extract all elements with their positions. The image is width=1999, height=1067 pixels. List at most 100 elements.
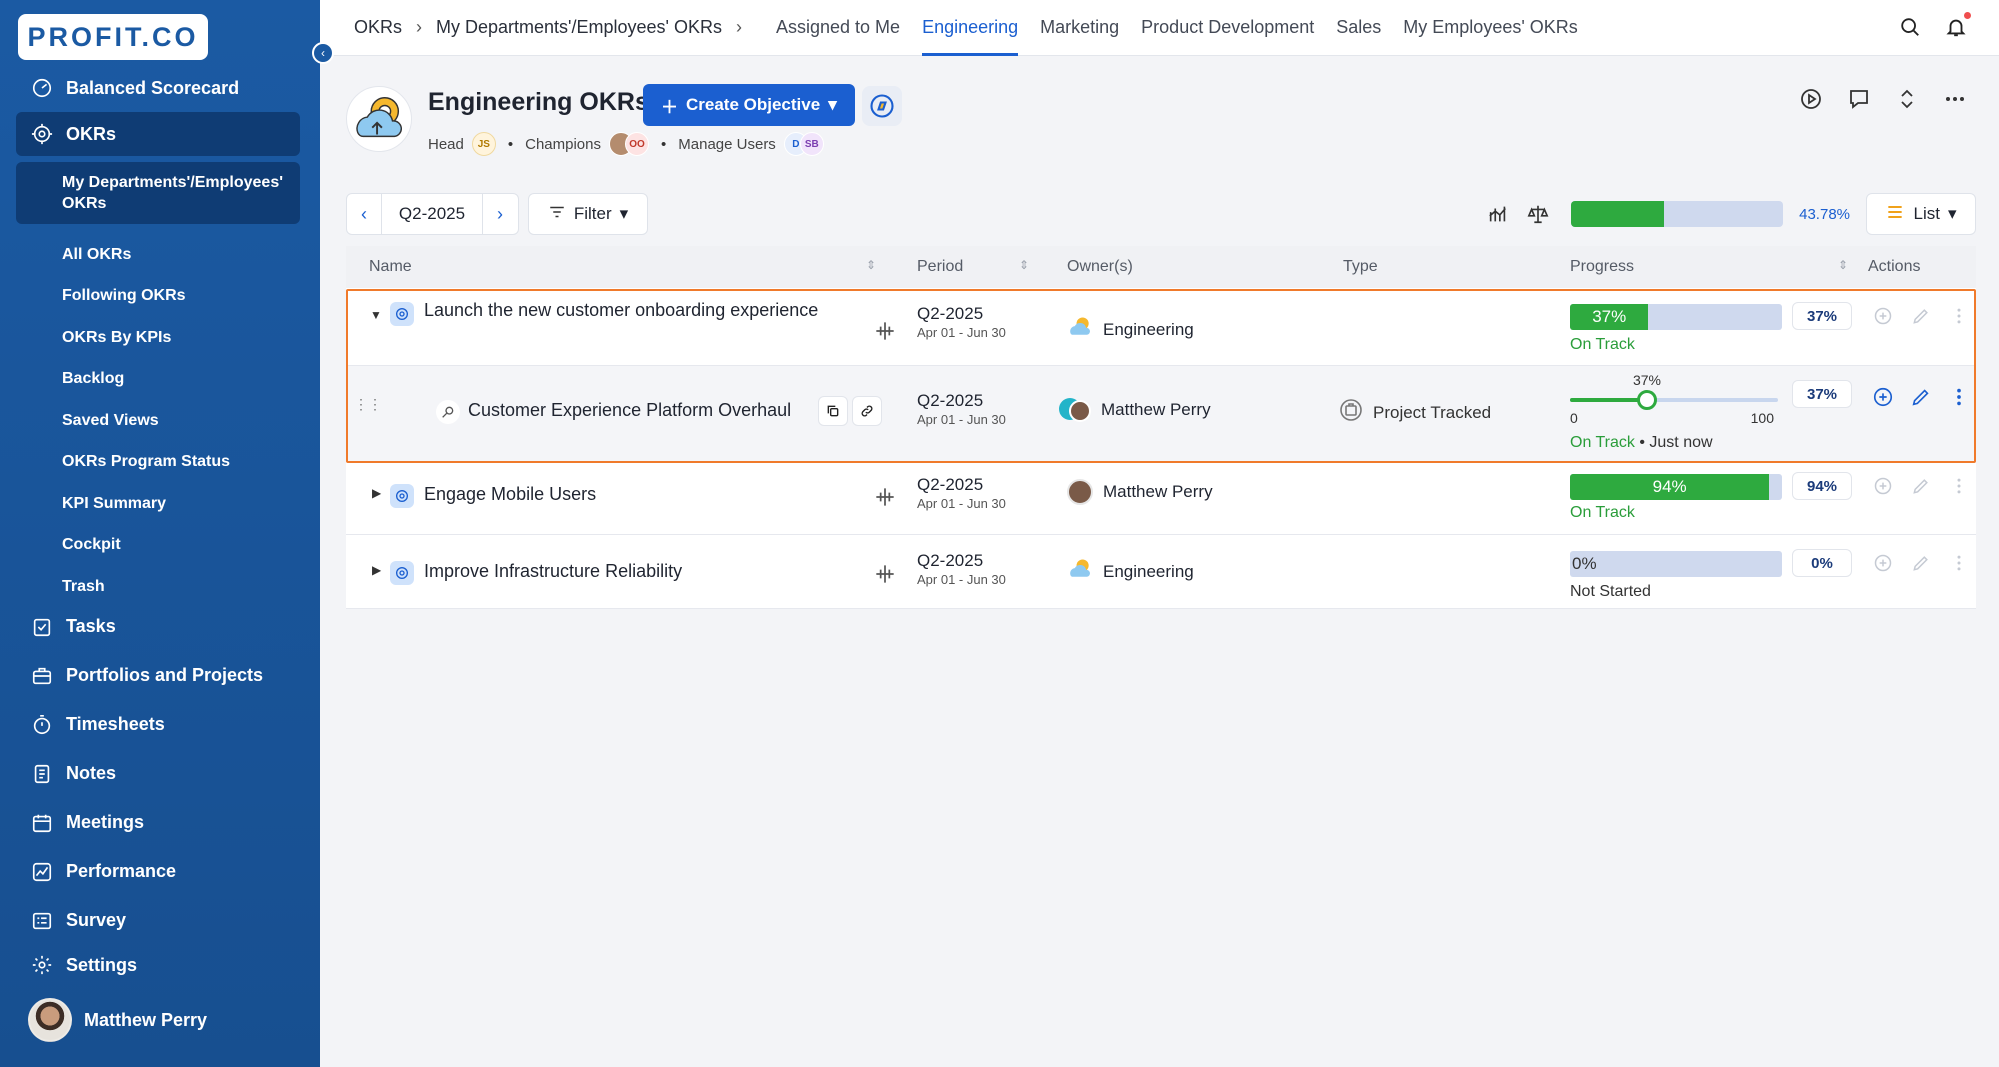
play-icon[interactable] [1798,86,1824,112]
table-row[interactable]: ▶ Improve Infrastructure Reliability Q2-… [346,535,1976,609]
sidebar-item-settings[interactable]: Settings [16,943,300,987]
owner-cell[interactable]: Matthew Perry [1059,396,1211,424]
sidebar-sub-item-following-okrs[interactable]: Following OKRs [16,276,300,318]
more-vertical-icon[interactable] [1948,305,1970,327]
tab-product-development[interactable]: Product Development [1141,0,1314,56]
tab-engineering[interactable]: Engineering [922,0,1019,56]
edit-icon[interactable] [1910,552,1932,574]
expand-caret-icon[interactable]: ▶ [372,563,381,577]
chevron-left-icon[interactable]: ‹ [347,194,381,234]
progress-badge[interactable]: 37% [1792,380,1852,408]
bell-icon[interactable] [1943,12,1971,40]
objective-name[interactable]: Improve Infrastructure Reliability [424,561,682,582]
sort-icon[interactable]: ⇕ [1019,258,1029,272]
status-label: On Track [1570,336,1635,353]
collapse-sidebar-icon[interactable]: ‹ [312,42,334,64]
sidebar-sub-item-cockpit[interactable]: Cockpit [16,525,300,567]
sort-icon[interactable]: ⇕ [1838,258,1848,272]
sidebar-item-balanced-scorecard[interactable]: Balanced Scorecard [16,66,300,110]
alignment-icon[interactable] [872,484,898,510]
edit-icon[interactable] [1910,305,1932,327]
sidebar-sub-item-trash[interactable]: Trash [16,566,300,608]
sidebar-item-timesheets[interactable]: Timesheets [16,701,300,748]
tab-my-employees-okrs[interactable]: My Employees' OKRs [1403,0,1577,56]
top-bar: OKRs › My Departments'/Employees' OKRs ›… [320,0,1999,56]
sidebar-item-portfolios[interactable]: Portfolios and Projects [16,652,300,699]
chart-icon[interactable] [1485,201,1511,227]
edit-icon[interactable] [1910,475,1932,497]
add-icon[interactable] [1872,552,1894,574]
period-value[interactable]: Q2-2025 [381,194,483,234]
objective-name[interactable]: Launch the new customer onboarding exper… [424,300,818,321]
alignment-icon[interactable] [872,318,898,344]
sidebar-sub-item-backlog[interactable]: Backlog [16,359,300,401]
tab-sales[interactable]: Sales [1336,0,1381,56]
progress-badge[interactable]: 94% [1792,472,1852,500]
more-options-icon[interactable] [1942,86,1968,112]
progress-badge[interactable]: 37% [1792,302,1852,330]
expand-caret-icon[interactable]: ▶ [372,486,381,500]
tab-marketing[interactable]: Marketing [1040,0,1119,56]
sidebar-item-okrs[interactable]: OKRs [16,112,300,156]
more-vertical-icon[interactable] [1948,475,1970,497]
owner-cell[interactable]: Engineering [1067,314,1194,345]
add-icon[interactable] [1872,305,1894,327]
more-vertical-icon[interactable] [1948,552,1970,574]
breadcrumb-okrs[interactable]: OKRs [354,17,402,38]
head-avatar[interactable]: JS [471,132,496,156]
breadcrumb-my-departments[interactable]: My Departments'/Employees' OKRs [436,17,722,38]
avatar [1067,479,1093,505]
filter-button[interactable]: Filter ▾ [528,193,648,235]
column-header-name[interactable]: Name [369,258,412,276]
progress-slider[interactable]: 37% 0 100 [1570,372,1782,426]
slider-knob[interactable] [1636,390,1657,410]
profitco-logo[interactable]: PROFIT.CO [18,14,208,60]
collapse-caret-icon[interactable]: ▼ [370,308,382,322]
table-row[interactable]: ⋮⋮ Customer Experience Platform Overhaul… [346,366,1976,462]
sidebar-item-meetings[interactable]: Meetings [16,799,300,846]
sidebar-sub-item-kpi-summary[interactable]: KPI Summary [16,483,300,525]
copy-icon[interactable] [818,396,848,426]
sort-icon[interactable]: ⇕ [866,258,876,272]
objective-name[interactable]: Engage Mobile Users [424,484,596,505]
key-result-name[interactable]: Customer Experience Platform Overhaul [468,400,791,421]
add-icon[interactable] [1872,386,1894,408]
expand-collapse-icon[interactable] [1894,86,1920,112]
view-switcher-button[interactable]: List ▾ [1866,193,1976,235]
edit-icon[interactable] [1910,386,1932,408]
compass-icon[interactable] [862,86,902,126]
manage-users-label[interactable]: Manage Users [678,136,776,153]
create-objective-button[interactable]: ＋ Create Objective ▾ [643,84,855,126]
column-header-owners: Owner(s) [1067,258,1133,275]
progress-badge[interactable]: 0% [1792,549,1852,577]
user-profile[interactable]: Matthew Perry [28,998,207,1042]
sidebar-item-survey[interactable]: Survey [16,897,300,944]
owner-cell[interactable]: Matthew Perry [1067,479,1213,505]
more-vertical-icon[interactable] [1948,386,1970,408]
tab-assigned-to-me[interactable]: Assigned to Me [776,0,900,56]
page-header: Engineering OKRs ＋ Create Objective ▾ He… [346,84,1976,166]
owner-cell[interactable]: Engineering [1067,556,1194,587]
sidebar-item-tasks[interactable]: Tasks [16,603,300,650]
sidebar-sub-item-all-okrs[interactable]: All OKRs [16,234,300,276]
add-icon[interactable] [1872,475,1894,497]
champion-avatars[interactable]: OO [609,132,649,156]
sidebar-item-notes[interactable]: Notes [16,750,300,797]
column-header-progress[interactable]: Progress [1570,258,1634,276]
sidebar-sub-item-program-status[interactable]: OKRs Program Status [16,442,300,484]
column-header-period[interactable]: Period [917,258,963,276]
chevron-right-icon[interactable]: › [483,194,517,234]
table-row[interactable]: ▼ Launch the new customer onboarding exp… [346,288,1976,366]
sidebar-sub-item-my-departments[interactable]: My Departments'/Employees' OKRs [16,162,300,224]
sidebar-item-performance[interactable]: Performance [16,848,300,895]
link-icon[interactable] [852,396,882,426]
manage-user-avatars[interactable]: D SB [783,132,824,156]
drag-handle-icon[interactable]: ⋮⋮ [354,396,382,413]
comment-icon[interactable] [1846,86,1872,112]
sidebar-sub-item-saved-views[interactable]: Saved Views [16,400,300,442]
sidebar-sub-item-okrs-by-kpis[interactable]: OKRs By KPIs [16,317,300,359]
alignment-icon[interactable] [872,561,898,587]
balance-icon[interactable] [1525,201,1551,227]
table-row[interactable]: ▶ Engage Mobile Users Q2-2025 Apr 01 - Ju… [346,462,1976,535]
search-icon[interactable] [1897,14,1923,40]
